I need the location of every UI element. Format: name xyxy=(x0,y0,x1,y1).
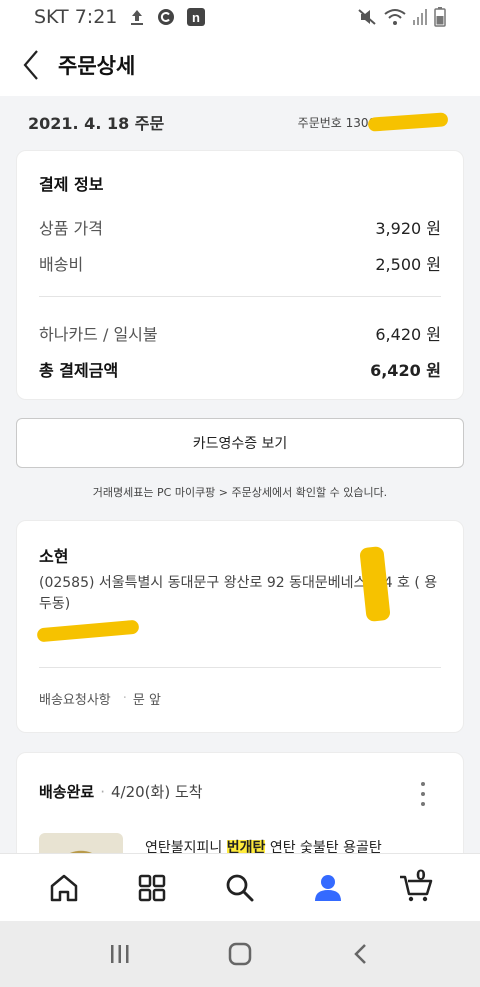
row-value: 3,920 원 xyxy=(375,219,441,238)
card-receipt-button[interactable]: 카드영수증 보기 xyxy=(16,418,464,468)
cart-count: 0 xyxy=(416,867,426,884)
profile-icon xyxy=(315,874,341,901)
total-value: 6,420 원 xyxy=(370,361,441,380)
carrier-time: SKT 7:21 xyxy=(34,6,118,28)
nav-search[interactable] xyxy=(210,858,270,918)
payment-row-card: 하나카드 / 일시불 6,420 원 xyxy=(39,321,441,345)
more-options-button[interactable] xyxy=(411,779,435,809)
nav-home[interactable] xyxy=(34,858,94,918)
recipient-name: 소현 xyxy=(39,547,69,566)
app-bar: 주문상세 xyxy=(0,34,480,96)
order-number-redaction xyxy=(367,111,449,132)
payment-heading: 결제 정보 xyxy=(39,175,104,194)
order-date: 2021. 4. 18 주문 xyxy=(28,114,165,133)
order-header: 2021. 4. 18 주문 주문번호 1300 xyxy=(0,96,480,148)
row-label: 상품 가격 xyxy=(39,219,103,238)
more-icon xyxy=(421,782,425,786)
signal-icon xyxy=(412,8,428,26)
wifi-icon xyxy=(384,8,406,26)
order-number: 주문번호 1300 xyxy=(298,111,452,132)
category-icon xyxy=(138,874,166,901)
delivery-status: 배송완료 xyxy=(39,783,95,801)
payment-row-shipping: 배송비 2,500 원 xyxy=(39,251,441,275)
row-label: 하나카드 / 일시불 xyxy=(39,325,158,344)
recents-button[interactable] xyxy=(90,924,150,984)
divider xyxy=(39,667,441,668)
sys-home-icon xyxy=(228,942,252,966)
page-title: 주문상세 xyxy=(58,54,136,78)
row-value: 6,420 원 xyxy=(375,325,441,344)
system-home-button[interactable] xyxy=(210,924,270,984)
divider xyxy=(39,296,441,297)
delivery-request: 배송요청사항 · 문 앞 xyxy=(39,691,161,708)
svg-text:n: n xyxy=(192,10,200,25)
nav-category[interactable] xyxy=(122,858,182,918)
bottom-nav: 0 xyxy=(0,853,480,921)
shipment-status: 배송완료 · 4/20(화) 도착 xyxy=(39,782,203,802)
request-label: 배송요청사항 xyxy=(39,693,111,708)
total-label: 총 결제금액 xyxy=(39,361,119,380)
system-back-button[interactable] xyxy=(330,924,390,984)
back-icon xyxy=(23,50,38,80)
request-value: 문 앞 xyxy=(132,693,161,708)
sys-back-icon xyxy=(354,944,366,964)
shipping-address-card: 소현 (02585) 서울특별시 동대문구 왕산로 92 동대문베네스트 4 호… xyxy=(16,520,464,733)
recents-icon xyxy=(111,945,129,963)
battery-icon xyxy=(434,7,446,27)
phone-redaction xyxy=(36,619,140,643)
payment-row-item-price: 상품 가격 3,920 원 xyxy=(39,215,441,239)
statement-notice: 거래명세표는 PC 마이쿠팡 > 주문상세에서 확인할 수 있습니다. xyxy=(92,486,388,499)
system-nav-bar xyxy=(0,921,480,987)
search-icon xyxy=(226,874,254,901)
nav-my-coupang[interactable] xyxy=(298,858,358,918)
back-button[interactable] xyxy=(0,34,62,96)
payment-info-card: 결제 정보 상품 가격 3,920 원 배송비 2,500 원 하나카드 / 일… xyxy=(16,150,464,400)
upload-icon xyxy=(129,8,145,26)
mute-icon xyxy=(358,8,378,26)
arrival-date: 4/20(화) 도착 xyxy=(110,783,203,801)
home-icon xyxy=(50,874,78,901)
payment-row-total: 총 결제금액 6,420 원 xyxy=(39,357,441,381)
nav-cart[interactable]: 0 xyxy=(386,858,446,918)
c-badge-icon xyxy=(157,8,175,26)
row-value: 2,500 원 xyxy=(375,255,441,274)
row-label: 배송비 xyxy=(39,255,84,274)
status-bar: SKT 7:21 n xyxy=(0,0,480,34)
n-app-icon: n xyxy=(187,8,206,26)
